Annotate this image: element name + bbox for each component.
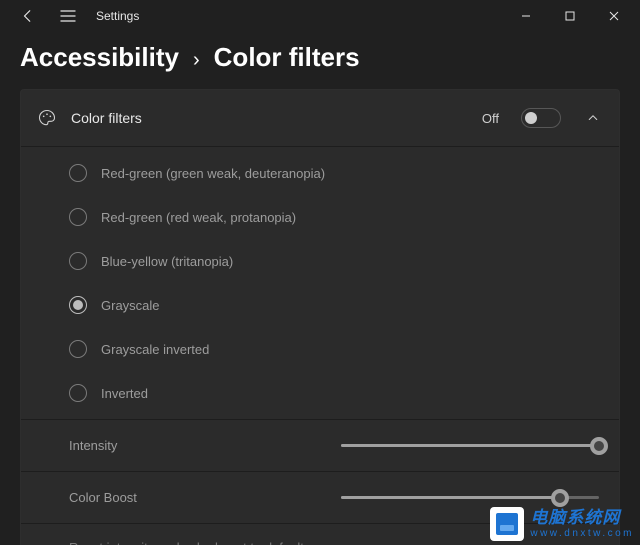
color-filters-toggle[interactable] (521, 108, 561, 128)
color-filters-header[interactable]: Color filters Off (21, 90, 619, 146)
intensity-label: Intensity (69, 438, 329, 453)
intensity-thumb[interactable] (590, 437, 608, 455)
color-boost-fill (341, 496, 560, 499)
filter-options-list: Red-green (green weak, deuteranopia) Red-… (21, 146, 619, 419)
radio-icon[interactable] (69, 208, 87, 226)
breadcrumb-current: Color filters (214, 42, 360, 73)
breadcrumb-parent[interactable]: Accessibility (20, 42, 179, 73)
close-button[interactable] (592, 0, 636, 32)
back-button[interactable] (12, 0, 44, 32)
radio-icon[interactable] (69, 252, 87, 270)
intensity-slider[interactable] (341, 436, 599, 456)
filter-option[interactable]: Grayscale inverted (21, 327, 619, 371)
radio-icon[interactable] (69, 164, 87, 182)
color-boost-thumb[interactable] (551, 489, 569, 507)
intensity-row: Intensity (21, 419, 619, 471)
filter-option-label: Grayscale inverted (101, 342, 209, 357)
chevron-up-icon[interactable] (583, 108, 603, 128)
toggle-state-label: Off (482, 111, 499, 126)
filter-option-label: Red-green (red weak, protanopia) (101, 210, 296, 225)
breadcrumb-separator-icon: › (193, 49, 200, 72)
title-bar: Settings (0, 0, 640, 32)
filter-option[interactable]: Red-green (red weak, protanopia) (21, 195, 619, 239)
maximize-button[interactable] (548, 0, 592, 32)
filter-option-label: Blue-yellow (tritanopia) (101, 254, 233, 269)
reset-row[interactable]: Reset intensity and color boost to defau… (21, 523, 619, 545)
filter-option-label: Inverted (101, 386, 148, 401)
breadcrumb: Accessibility › Color filters (0, 32, 640, 89)
palette-icon (37, 108, 57, 128)
intensity-fill (341, 444, 599, 447)
color-boost-label: Color Boost (69, 490, 329, 505)
filter-option-label: Red-green (green weak, deuteranopia) (101, 166, 325, 181)
filter-option[interactable]: Inverted (21, 371, 619, 415)
radio-icon[interactable] (69, 384, 87, 402)
menu-button[interactable] (52, 0, 84, 32)
color-boost-row: Color Boost (21, 471, 619, 523)
radio-icon[interactable] (69, 296, 87, 314)
filter-option[interactable]: Blue-yellow (tritanopia) (21, 239, 619, 283)
filter-option-label: Grayscale (101, 298, 160, 313)
app-title: Settings (96, 9, 139, 23)
filter-option[interactable]: Grayscale (21, 283, 619, 327)
reset-label: Reset intensity and color boost to defau… (69, 540, 310, 545)
radio-icon[interactable] (69, 340, 87, 358)
color-filters-card: Color filters Off Red-green (green weak,… (20, 89, 620, 545)
color-filters-header-label: Color filters (71, 110, 142, 126)
minimize-button[interactable] (504, 0, 548, 32)
color-boost-slider[interactable] (341, 488, 599, 508)
filter-option[interactable]: Red-green (green weak, deuteranopia) (21, 151, 619, 195)
